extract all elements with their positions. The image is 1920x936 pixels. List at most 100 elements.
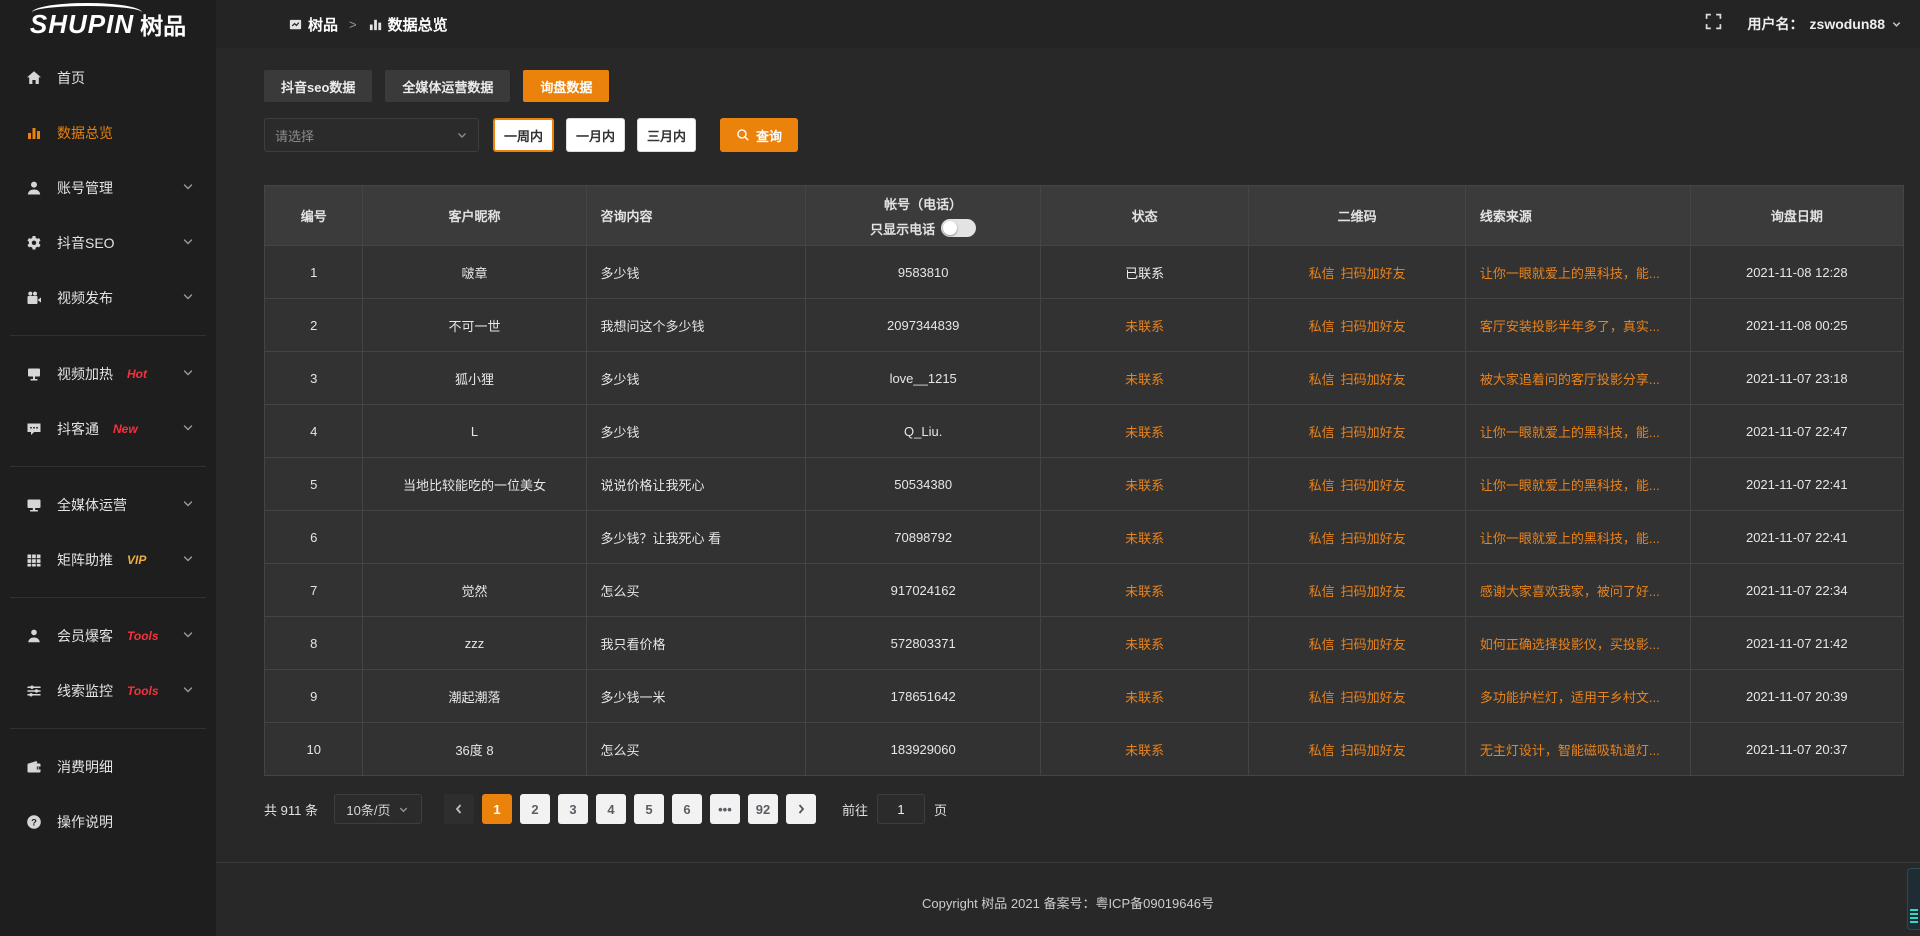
page-size-select[interactable]: 10条/页 <box>334 794 422 824</box>
account-select[interactable]: 请选择 <box>264 118 479 152</box>
sidebar-divider <box>10 466 206 467</box>
private-message-link[interactable]: 私信 <box>1309 743 1335 758</box>
range-button-3[interactable]: 三月内 <box>637 118 696 152</box>
cell-source[interactable]: 多功能护栏灯，适用于乡村文... <box>1465 670 1690 723</box>
scan-add-friend-link[interactable]: 扫码加好友 <box>1341 319 1406 334</box>
phone-only-toggle[interactable] <box>941 219 976 237</box>
scan-add-friend-link[interactable]: 扫码加好友 <box>1341 266 1406 281</box>
sidebar-item-video-heating[interactable]: 视频加热Hot <box>0 346 216 401</box>
cell-message: 我只看价格 <box>586 617 806 670</box>
prev-page-button[interactable] <box>444 794 474 824</box>
scan-add-friend-link[interactable]: 扫码加好友 <box>1341 584 1406 599</box>
cell-qr: 私信扫码加好友 <box>1249 405 1466 458</box>
page-ellipsis-button[interactable]: ••• <box>710 794 740 824</box>
sidebar-item-label: 视频加热 <box>57 364 113 384</box>
page-button-4[interactable]: 4 <box>596 794 626 824</box>
sidebar-item-label: 抖客通 <box>57 419 99 439</box>
sidebar-item-douketong[interactable]: 抖客通New <box>0 401 216 456</box>
private-message-link[interactable]: 私信 <box>1309 531 1335 546</box>
scan-add-friend-link[interactable]: 扫码加好友 <box>1341 531 1406 546</box>
table-header-row: 编号客户昵称咨询内容帐号（电话）只显示电话状态二维码线索来源询盘日期 <box>265 186 1904 246</box>
private-message-link[interactable]: 私信 <box>1309 478 1335 493</box>
private-message-link[interactable]: 私信 <box>1309 372 1335 387</box>
next-page-button[interactable] <box>786 794 816 824</box>
page-button-3[interactable]: 3 <box>558 794 588 824</box>
scan-add-friend-link[interactable]: 扫码加好友 <box>1341 690 1406 705</box>
private-message-link[interactable]: 私信 <box>1309 425 1335 440</box>
search-button[interactable]: 查询 <box>720 118 798 152</box>
cell-account: Q_Liu. <box>806 405 1041 458</box>
table-row: 5当地比较能吃的一位美女说说价格让我死心50534380未联系私信扫码加好友让你… <box>265 458 1904 511</box>
fullscreen-icon[interactable] <box>1705 13 1722 35</box>
chat-icon <box>26 421 42 437</box>
cell-status: 未联系 <box>1040 670 1248 723</box>
scan-add-friend-link[interactable]: 扫码加好友 <box>1341 743 1406 758</box>
jump-page-input[interactable] <box>877 794 925 824</box>
page-button-1[interactable]: 1 <box>482 794 512 824</box>
cell-nickname: zzz <box>363 617 586 670</box>
cell-status: 未联系 <box>1040 511 1248 564</box>
scan-add-friend-link[interactable]: 扫码加好友 <box>1341 478 1406 493</box>
range-button-2[interactable]: 一月内 <box>566 118 625 152</box>
tab-1[interactable]: 抖音seo数据 <box>264 70 372 102</box>
page-button-5[interactable]: 5 <box>634 794 664 824</box>
cell-source[interactable]: 让你一眼就爱上的黑科技，能... <box>1465 246 1690 299</box>
sidebar-item-label: 数据总览 <box>57 123 113 143</box>
sidebar-item-label: 矩阵助推 <box>57 550 113 570</box>
cell-source[interactable]: 无主灯设计，智能磁吸轨道灯... <box>1465 723 1690 776</box>
cell-nickname: 狐小狸 <box>363 352 586 405</box>
sidebar-item-matrix-boost[interactable]: 矩阵助推VIP <box>0 532 216 587</box>
tab-3[interactable]: 询盘数据 <box>523 70 609 102</box>
cell-no: 8 <box>265 617 363 670</box>
private-message-link[interactable]: 私信 <box>1309 319 1335 334</box>
sidebar-item-douyin-seo[interactable]: 抖音SEO <box>0 215 216 270</box>
bar-chart-icon <box>26 125 42 141</box>
cell-no: 10 <box>265 723 363 776</box>
cell-source[interactable]: 客厅安装投影半年多了，真实... <box>1465 299 1690 352</box>
data-tabs: 抖音seo数据全媒体运营数据询盘数据 <box>264 70 1904 102</box>
cell-status: 未联系 <box>1040 299 1248 352</box>
column-header-source: 线索来源 <box>1465 186 1690 246</box>
private-message-link[interactable]: 私信 <box>1309 584 1335 599</box>
cell-source[interactable]: 让你一眼就爱上的黑科技，能... <box>1465 458 1690 511</box>
user-menu[interactable]: 用户名： zswodun88 <box>1748 14 1902 34</box>
tab-2[interactable]: 全媒体运营数据 <box>385 70 510 102</box>
table-row: 2不可一世我想问这个多少钱2097344839未联系私信扫码加好友客厅安装投影半… <box>265 299 1904 352</box>
cell-source[interactable]: 如何正确选择投影仪，买投影... <box>1465 617 1690 670</box>
cell-status: 未联系 <box>1040 352 1248 405</box>
screen-icon <box>26 366 42 382</box>
sidebar-item-lead-monitoring[interactable]: 线索监控Tools <box>0 663 216 718</box>
sidebar-item-member-baoke[interactable]: 会员爆客Tools <box>0 608 216 663</box>
username-prefix: 用户名： <box>1748 14 1804 34</box>
page-number-group: 123456 ••• 92 <box>474 794 778 824</box>
private-message-link[interactable]: 私信 <box>1309 266 1335 281</box>
breadcrumb-root[interactable]: 树品 <box>288 14 338 35</box>
date-range-group: 一周内一月内三月内 <box>479 118 696 152</box>
cell-nickname <box>363 511 586 564</box>
sidebar-item-operation-guide[interactable]: ?操作说明 <box>0 794 216 849</box>
page-button-6[interactable]: 6 <box>672 794 702 824</box>
cell-source[interactable]: 感谢大家喜欢我家，被问了好... <box>1465 564 1690 617</box>
private-message-link[interactable]: 私信 <box>1309 637 1335 652</box>
chevron-down-icon <box>182 367 194 379</box>
sidebar-item-account-management[interactable]: 账号管理 <box>0 160 216 215</box>
table-row: 1啵章多少钱9583810已联系私信扫码加好友让你一眼就爱上的黑科技，能...2… <box>265 246 1904 299</box>
sidebar-item-consumption-details[interactable]: 消费明细 <box>0 739 216 794</box>
page-button-2[interactable]: 2 <box>520 794 550 824</box>
private-message-link[interactable]: 私信 <box>1309 690 1335 705</box>
sidebar-item-data-overview[interactable]: 数据总览 <box>0 105 216 160</box>
sliders-icon <box>26 683 42 699</box>
sidebar-item-home[interactable]: 首页 <box>0 50 216 105</box>
cell-source[interactable]: 让你一眼就爱上的黑科技，能... <box>1465 511 1690 564</box>
cell-source[interactable]: 让你一眼就爱上的黑科技，能... <box>1465 405 1690 458</box>
scan-add-friend-link[interactable]: 扫码加好友 <box>1341 637 1406 652</box>
cell-message: 怎么买 <box>586 564 806 617</box>
sidebar-item-omnimedia-operation[interactable]: 全媒体运营 <box>0 477 216 532</box>
scan-add-friend-link[interactable]: 扫码加好友 <box>1341 372 1406 387</box>
page-button-92[interactable]: 92 <box>748 794 778 824</box>
scan-add-friend-link[interactable]: 扫码加好友 <box>1341 425 1406 440</box>
cell-source[interactable]: 被大家追着问的客厅投影分享... <box>1465 352 1690 405</box>
range-button-1[interactable]: 一周内 <box>493 118 554 152</box>
sidebar-item-video-publish[interactable]: 视频发布 <box>0 270 216 325</box>
browser-extension-widget[interactable] <box>1907 868 1920 930</box>
